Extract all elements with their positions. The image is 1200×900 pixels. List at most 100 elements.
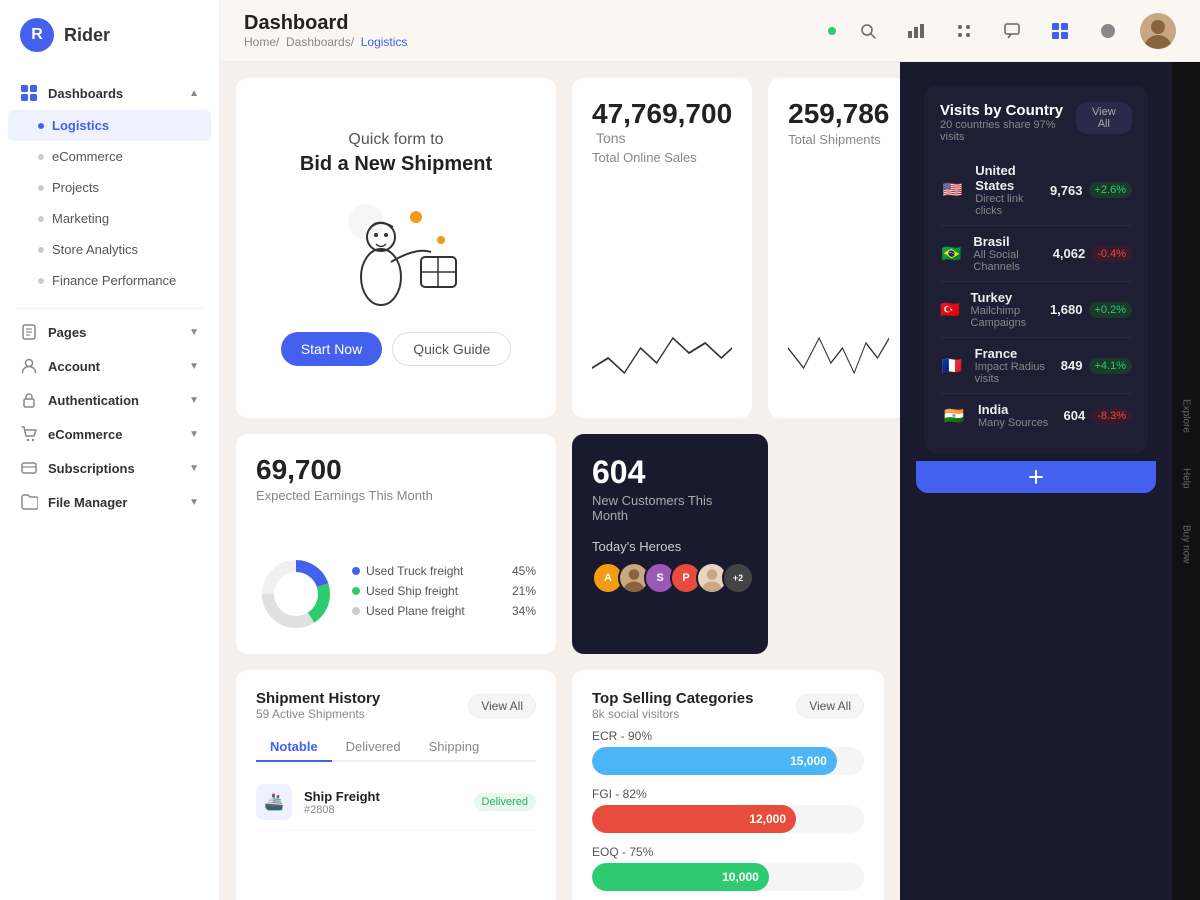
customers-value: 604: [592, 454, 748, 491]
visits-by-country-card: Visits by Country 20 countries share 97%…: [924, 86, 1148, 453]
us-name: United States: [975, 163, 1050, 193]
bar-fgi-label: FGI - 82%: [592, 787, 864, 801]
sales-sparkline: [592, 318, 732, 398]
chart-icon[interactable]: [900, 15, 932, 47]
ecommerce-pages-chevron: ▼: [189, 429, 199, 440]
bar-ecr-fill: 15,000: [592, 747, 837, 775]
fr-flag: 🇫🇷: [940, 356, 965, 376]
plane-legend: Used Plane freight 34%: [352, 604, 536, 618]
account-label: Account: [48, 359, 100, 374]
bar-fgi: FGI - 82% 12,000: [592, 787, 864, 833]
history-header: Shipment History 59 Active Shipments Vie…: [256, 690, 536, 721]
sidebar-logo: R Rider: [0, 0, 219, 70]
chat-icon[interactable]: [996, 15, 1028, 47]
visits-more-button[interactable]: [916, 461, 1156, 493]
shipment-history-card: Shipment History 59 Active Shipments Vie…: [236, 670, 556, 900]
ship-pct: 21%: [512, 584, 536, 598]
sidebar-group-ecommerce-pages[interactable]: eCommerce ▼: [0, 417, 219, 451]
total-shipments-label: Total Shipments: [788, 132, 889, 147]
sidebar-item-projects[interactable]: Projects: [0, 172, 219, 203]
country-br-left: 🇧🇷 Brasil All Social Channels: [940, 234, 1053, 273]
country-row-us: 🇺🇸 United States Direct link clicks 9,76…: [940, 155, 1132, 226]
quick-guide-button[interactable]: Quick Guide: [392, 332, 511, 366]
sidebar-group-authentication[interactable]: Authentication ▼: [0, 383, 219, 417]
country-in-left: 🇮🇳 India Many Sources: [940, 402, 1048, 429]
sidebar-group-pages[interactable]: Pages ▼: [0, 315, 219, 349]
sidebar-item-marketing[interactable]: Marketing: [0, 203, 219, 234]
top-cards-grid: Quick form to Bid a New Shipment: [236, 78, 884, 418]
logistics-dot: [38, 123, 44, 129]
ecommerce-pages-label: eCommerce: [48, 427, 122, 442]
sidebar-item-ecommerce[interactable]: eCommerce: [0, 141, 219, 172]
br-name: Brasil: [973, 234, 1052, 249]
account-icon: [20, 357, 38, 375]
total-sales-unit: Tons: [596, 130, 626, 146]
grid-icon[interactable]: [1044, 15, 1076, 47]
dashboards-icon: [20, 84, 38, 102]
history-view-all[interactable]: View All: [468, 694, 536, 718]
sidebar-group-account[interactable]: Account ▼: [0, 349, 219, 383]
visits-title: Visits by Country: [940, 102, 1076, 119]
search-icon[interactable]: [852, 15, 884, 47]
file-manager-icon: [20, 493, 38, 511]
spacer: [784, 434, 884, 654]
sidebar-group-file-manager[interactable]: File Manager ▼: [0, 485, 219, 519]
marketing-dot: [38, 216, 44, 222]
second-cards-grid: 69,700 Expected Earnings This Month: [236, 434, 884, 654]
us-flag: 🇺🇸: [940, 180, 965, 200]
buy-now-tab[interactable]: Buy now: [1181, 517, 1192, 571]
header: Dashboard Home/ Dashboards/ Logistics: [220, 0, 1200, 62]
br-change: -0.4%: [1091, 246, 1132, 262]
sidebar: R Rider Dashboards ▲ Logistics eCommerce: [0, 0, 220, 900]
ecommerce-label: eCommerce: [52, 149, 123, 164]
sidebar-item-store-analytics[interactable]: Store Analytics: [0, 234, 219, 265]
fr-value: 849: [1061, 358, 1083, 373]
bar-eoq-label: EOQ - 75%: [592, 845, 864, 859]
explore-tab[interactable]: Explore: [1181, 391, 1192, 441]
help-tab[interactable]: Help: [1181, 460, 1192, 497]
tab-shipping[interactable]: Shipping: [415, 733, 494, 762]
pages-chevron: ▼: [189, 327, 199, 338]
user-avatar[interactable]: [1140, 13, 1176, 49]
country-fr-left: 🇫🇷 France Impact Radius visits: [940, 346, 1061, 385]
sidebar-section-dashboards: Dashboards ▲ Logistics eCommerce Project…: [0, 70, 219, 302]
in-stats: 604 -8.3%: [1064, 408, 1132, 424]
sidebar-group-dashboards[interactable]: Dashboards ▲: [0, 76, 219, 110]
tr-flag: 🇹🇷: [940, 300, 961, 320]
pages-icon: [20, 323, 38, 341]
store-analytics-label: Store Analytics: [52, 242, 138, 257]
start-now-button[interactable]: Start Now: [281, 332, 382, 366]
finance-performance-dot: [38, 278, 44, 284]
earnings-value: 69,700: [256, 454, 536, 486]
earnings-label: Expected Earnings This Month: [256, 488, 536, 503]
ship-label: Used Ship freight: [366, 584, 458, 598]
avatar-count: +2: [722, 562, 754, 594]
theme-toggle[interactable]: [1092, 15, 1124, 47]
shipment-row-1: 🚢 Ship Freight #2808 Delivered: [256, 774, 536, 831]
sidebar-group-subscriptions[interactable]: Subscriptions ▼: [0, 451, 219, 485]
country-row-fr: 🇫🇷 France Impact Radius visits 849 +4.1%: [940, 338, 1132, 394]
country-row-in: 🇮🇳 India Many Sources 604 -8.3%: [940, 394, 1132, 437]
new-customers-card: 604 New Customers This Month Today's Her…: [572, 434, 768, 654]
bar-eoq-track: 10,000: [592, 863, 864, 891]
ship-icon-1: 🚢: [256, 784, 292, 820]
in-flag: 🇮🇳: [940, 406, 968, 426]
ship-status-1: Delivered: [474, 793, 536, 811]
tab-notable[interactable]: Notable: [256, 733, 332, 762]
bar-fgi-track: 12,000: [592, 805, 864, 833]
bar-ecr-track: 15,000: [592, 747, 864, 775]
categories-view-all[interactable]: View All: [796, 694, 864, 718]
sidebar-item-finance-performance[interactable]: Finance Performance: [0, 265, 219, 296]
content-main: Quick form to Bid a New Shipment: [220, 62, 900, 900]
history-subtitle: 59 Active Shipments: [256, 707, 380, 721]
br-flag: 🇧🇷: [940, 244, 963, 264]
visits-view-all[interactable]: View All: [1076, 102, 1132, 134]
ship-id-1: #2808: [304, 804, 462, 816]
tab-delivered[interactable]: Delivered: [332, 733, 415, 762]
projects-label: Projects: [52, 180, 99, 195]
heroes-title: Today's Heroes: [592, 539, 748, 554]
br-stats: 4,062 -0.4%: [1053, 246, 1132, 262]
apps-icon[interactable]: [948, 15, 980, 47]
tr-name: Turkey: [971, 290, 1050, 305]
sidebar-item-logistics[interactable]: Logistics: [8, 110, 211, 141]
